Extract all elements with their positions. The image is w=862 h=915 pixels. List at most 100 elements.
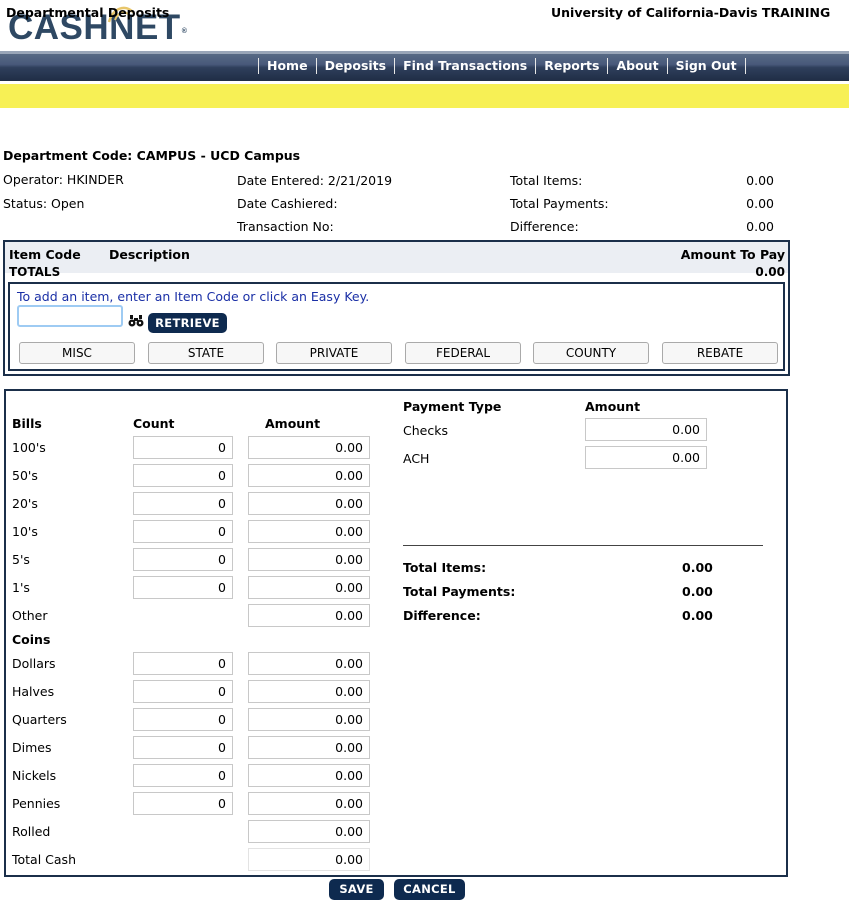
nav-find-transactions[interactable]: Find Transactions bbox=[395, 57, 535, 75]
bill-5-amount[interactable]: 0.00 bbox=[248, 548, 370, 571]
dollars-amount[interactable]: 0.00 bbox=[248, 652, 370, 675]
coin-label: Rolled bbox=[12, 824, 51, 839]
rolled-amount[interactable]: 0.00 bbox=[248, 820, 370, 843]
bills-heading: Bills bbox=[12, 416, 42, 431]
total-cash-label: Total Cash bbox=[12, 852, 76, 867]
nickels-amount[interactable]: 0.00 bbox=[248, 764, 370, 787]
bill-label: 50's bbox=[12, 468, 38, 483]
status: Status: Open bbox=[3, 196, 85, 211]
payment-amount-heading: Amount bbox=[585, 399, 641, 414]
checks-label: Checks bbox=[403, 423, 448, 438]
nav-reports[interactable]: Reports bbox=[536, 57, 607, 75]
header-total-payments-value: 0.00 bbox=[746, 196, 774, 211]
binoculars-icon[interactable] bbox=[128, 315, 144, 327]
bill-1-amount[interactable]: 0.00 bbox=[248, 576, 370, 599]
coin-label: Nickels bbox=[12, 768, 57, 783]
item-code-input[interactable] bbox=[17, 305, 123, 327]
total-payments-label: Total Payments: bbox=[403, 584, 516, 599]
total-cash-amount: 0.00 bbox=[248, 848, 370, 871]
total-payments-value: 0.00 bbox=[682, 584, 713, 599]
bill-20-count[interactable]: 0 bbox=[133, 492, 233, 515]
quarters-amount[interactable]: 0.00 bbox=[248, 708, 370, 731]
coin-label: Quarters bbox=[12, 712, 67, 727]
header-total-payments-label: Total Payments: bbox=[510, 196, 609, 211]
pennies-amount[interactable]: 0.00 bbox=[248, 792, 370, 815]
retrieve-button[interactable]: RETRIEVE bbox=[148, 313, 227, 333]
bill-label: 1's bbox=[12, 580, 30, 595]
coin-label: Dimes bbox=[12, 740, 52, 755]
organization-name: University of California-Davis TRAINING bbox=[551, 5, 831, 20]
col-amount-to-pay: Amount To Pay bbox=[680, 247, 785, 262]
date-entered: Date Entered: 2/21/2019 bbox=[237, 173, 393, 188]
easy-key-misc[interactable]: MISC bbox=[19, 342, 135, 364]
other-amount[interactable]: 0.00 bbox=[248, 604, 370, 627]
nav-deposits[interactable]: Deposits bbox=[317, 57, 395, 75]
transaction-no: Transaction No: bbox=[237, 219, 334, 234]
halves-count[interactable]: 0 bbox=[133, 680, 233, 703]
bill-label: 20's bbox=[12, 496, 38, 511]
easy-key-state[interactable]: STATE bbox=[148, 342, 264, 364]
total-items-value: 0.00 bbox=[682, 560, 713, 575]
nav-sign-out[interactable]: Sign Out bbox=[668, 57, 745, 75]
coins-heading: Coins bbox=[12, 632, 51, 647]
easy-key-rebate[interactable]: REBATE bbox=[662, 342, 778, 364]
totals-label: TOTALS bbox=[9, 265, 61, 279]
header-total-items-label: Total Items: bbox=[510, 173, 583, 188]
bill-10-amount[interactable]: 0.00 bbox=[248, 520, 370, 543]
difference-value: 0.00 bbox=[682, 608, 713, 623]
page-subheader-bar bbox=[0, 84, 849, 108]
coin-label: Dollars bbox=[12, 656, 56, 671]
difference-label: Difference: bbox=[403, 608, 481, 623]
bill-50-count[interactable]: 0 bbox=[133, 464, 233, 487]
items-table-header: Item Code Description Amount To Pay TOTA… bbox=[5, 242, 788, 279]
payment-type-heading: Payment Type bbox=[403, 399, 502, 414]
header-difference-value: 0.00 bbox=[746, 219, 774, 234]
bill-label: 10's bbox=[12, 524, 38, 539]
main-nav-bar: Home Deposits Find Transactions Reports … bbox=[0, 51, 849, 81]
col-description: Description bbox=[109, 247, 190, 262]
bill-label: Other bbox=[12, 608, 48, 623]
nav-about[interactable]: About bbox=[608, 57, 666, 75]
bill-100-count[interactable]: 0 bbox=[133, 436, 233, 459]
dimes-amount[interactable]: 0.00 bbox=[248, 736, 370, 759]
coin-label: Pennies bbox=[12, 796, 61, 811]
halves-amount[interactable]: 0.00 bbox=[248, 680, 370, 703]
bill-100-amount[interactable]: 0.00 bbox=[248, 436, 370, 459]
pennies-count[interactable]: 0 bbox=[133, 792, 233, 815]
add-item-hint: To add an item, enter an Item Code or cl… bbox=[17, 289, 370, 304]
dollars-count[interactable]: 0 bbox=[133, 652, 233, 675]
bill-50-amount[interactable]: 0.00 bbox=[248, 464, 370, 487]
col-item-code: Item Code bbox=[9, 247, 81, 262]
deposit-entry-panel: Bills Count Amount 100's 0 0.00 50's 0 0… bbox=[4, 389, 788, 877]
bill-label: 5's bbox=[12, 552, 30, 567]
easy-key-county[interactable]: COUNTY bbox=[533, 342, 649, 364]
totals-value: 0.00 bbox=[755, 265, 785, 279]
ach-label: ACH bbox=[403, 451, 430, 466]
operator: Operator: HKINDER bbox=[3, 172, 124, 187]
dimes-count[interactable]: 0 bbox=[133, 736, 233, 759]
page-title: Departmental Deposits bbox=[6, 5, 170, 20]
easy-key-private[interactable]: PRIVATE bbox=[276, 342, 392, 364]
checks-amount[interactable]: 0.00 bbox=[585, 418, 707, 441]
add-item-panel: To add an item, enter an Item Code or cl… bbox=[8, 282, 785, 371]
cancel-button[interactable]: CANCEL bbox=[394, 879, 465, 900]
ach-amount[interactable]: 0.00 bbox=[585, 446, 707, 469]
header-total-items-value: 0.00 bbox=[746, 173, 774, 188]
nav-menu: Home Deposits Find Transactions Reports … bbox=[258, 57, 746, 75]
nav-home[interactable]: Home bbox=[259, 57, 316, 75]
total-items-label: Total Items: bbox=[403, 560, 487, 575]
bill-10-count[interactable]: 0 bbox=[133, 520, 233, 543]
header-difference-label: Difference: bbox=[510, 219, 579, 234]
save-button[interactable]: SAVE bbox=[329, 879, 384, 900]
bill-20-amount[interactable]: 0.00 bbox=[248, 492, 370, 515]
easy-key-federal[interactable]: FEDERAL bbox=[405, 342, 521, 364]
amount-heading: Amount bbox=[265, 416, 321, 431]
coin-label: Halves bbox=[12, 684, 55, 699]
bill-1-count[interactable]: 0 bbox=[133, 576, 233, 599]
items-panel: Item Code Description Amount To Pay TOTA… bbox=[3, 240, 790, 376]
quarters-count[interactable]: 0 bbox=[133, 708, 233, 731]
bill-5-count[interactable]: 0 bbox=[133, 548, 233, 571]
count-heading: Count bbox=[133, 416, 175, 431]
nickels-count[interactable]: 0 bbox=[133, 764, 233, 787]
registered-mark: ® bbox=[181, 28, 188, 35]
